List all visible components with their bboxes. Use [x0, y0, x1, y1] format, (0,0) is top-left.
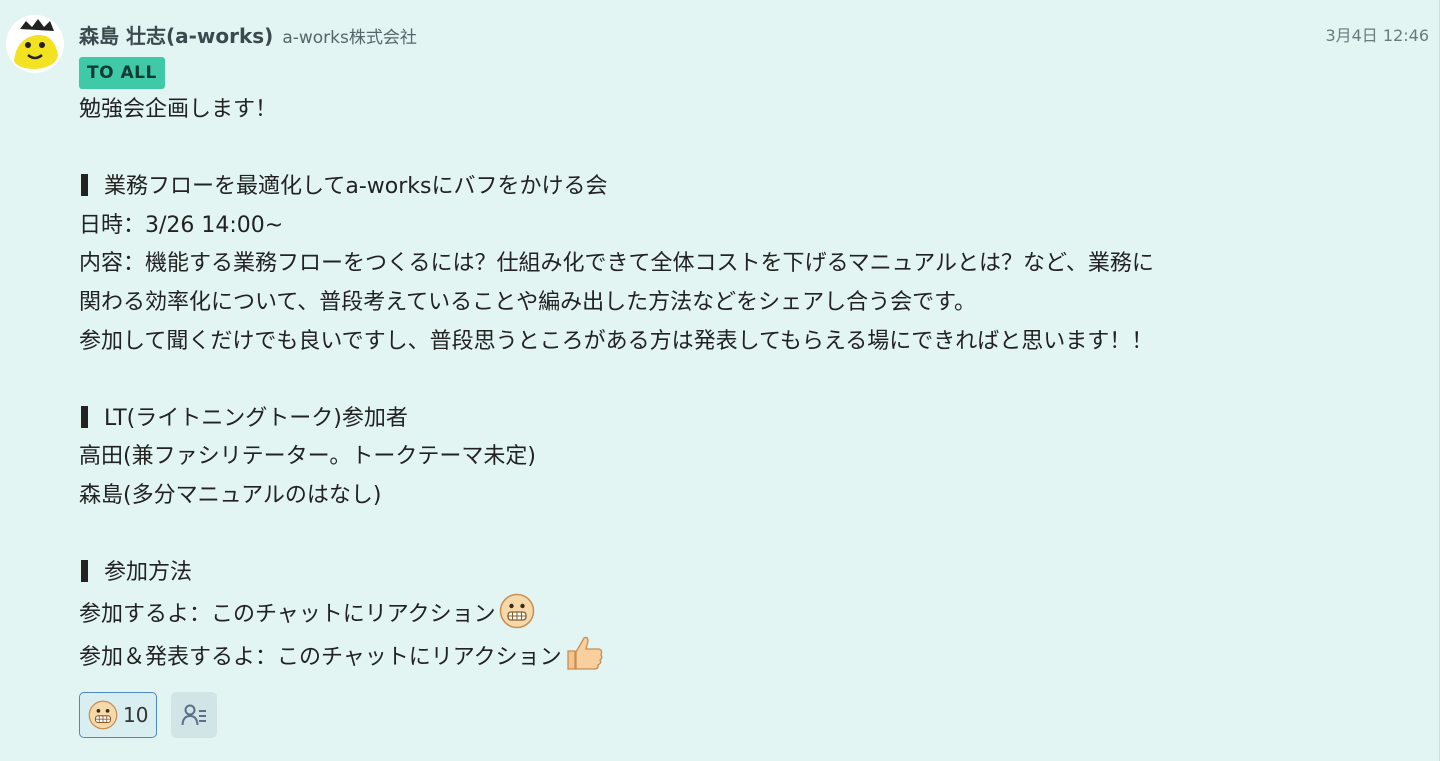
- reacted-users-button[interactable]: [171, 692, 218, 738]
- section-heading: LT(ライトニングトーク)参加者: [79, 400, 1359, 439]
- body-line: 森島(多分マニュアルのはなし): [79, 482, 382, 508]
- body-line: 関わる効率化について、普段考えていることや編み出した方法などをシェアし合う会です…: [79, 289, 976, 315]
- body-line: 日時：3/26 14:00~: [79, 212, 284, 238]
- grimacing-face-emoji-icon: [88, 700, 118, 730]
- heading-bar-icon: [81, 405, 88, 428]
- message-body: 勉強会企画します！ 業務フローを最適化してa-worksにバフをかける会 日時：…: [79, 91, 1359, 678]
- reaction-chip[interactable]: 10: [79, 692, 158, 738]
- heading-bar-icon: [81, 560, 88, 583]
- grimacing-face-emoji-icon: [499, 593, 534, 628]
- user-avatar[interactable]: [6, 15, 64, 73]
- body-line-blank: [79, 361, 1359, 400]
- body-line: 参加するよ：このチャットにリアクション: [79, 593, 1359, 635]
- body-line: 内容：機能する業務フローをつくるには？仕組み化できて全体コストを下げるマニュアル…: [79, 251, 1154, 277]
- user-list-icon: [181, 704, 207, 726]
- chat-message: 森島 壮志(a-works) a-works株式会社 3月4日 12:46 TO…: [0, 0, 1440, 761]
- heading-bar-icon: [81, 174, 88, 197]
- reaction-count: 10: [123, 703, 149, 727]
- sender-organization: a-works株式会社: [282, 28, 417, 48]
- body-line: 高田(兼ファシリテーター。トークテーマ未定): [79, 444, 536, 470]
- section-heading: 参加方法: [79, 554, 1359, 593]
- message-header: 森島 壮志(a-works) a-works株式会社: [79, 20, 417, 50]
- body-line-blank: [79, 130, 1359, 169]
- section-heading: 業務フローを最適化してa-worksにバフをかける会: [79, 168, 1359, 207]
- message-timestamp: 3月4日 12:46: [1325, 26, 1429, 45]
- to-all-badge: TO ALL: [79, 57, 165, 89]
- sender-name[interactable]: 森島 壮志(a-works): [79, 20, 273, 49]
- body-line: 参加＆発表するよ：このチャットにリアクション: [79, 634, 1359, 678]
- body-line-blank: [79, 516, 1359, 555]
- reactions-bar: 10: [79, 692, 218, 738]
- thumbs-up-emoji-icon: [567, 637, 603, 670]
- body-line: 勉強会企画します！: [79, 97, 278, 122]
- body-line: 参加して聞くだけでも良いですし、普段思うところがある方は発表してもらえる場にでき…: [79, 328, 1154, 354]
